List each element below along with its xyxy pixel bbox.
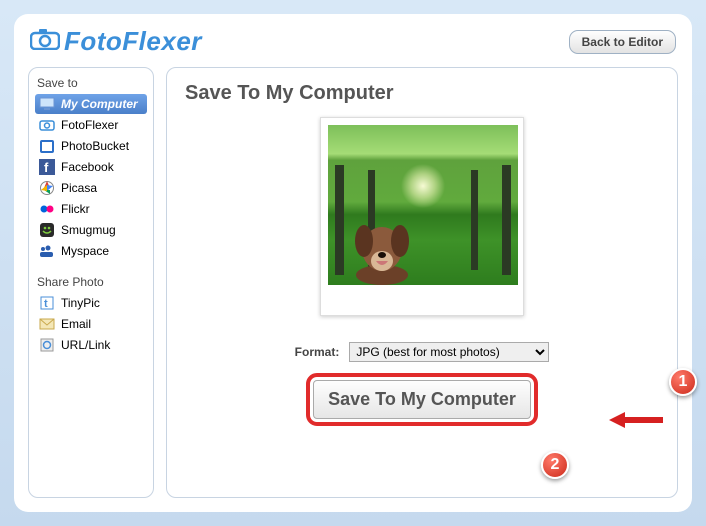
sidebar-item-label: PhotoBucket <box>61 139 129 153</box>
sidebar-item-photobucket[interactable]: PhotoBucket <box>35 136 147 156</box>
header: FotoFlexer Back to Editor <box>28 24 678 67</box>
format-select[interactable]: JPG (best for most photos) <box>349 342 549 362</box>
save-to-computer-button[interactable]: Save To My Computer <box>313 380 531 419</box>
sidebar-item-label: URL/Link <box>61 338 110 352</box>
body: Save to My Computer FotoFlexer PhotoBuck… <box>28 67 678 498</box>
image-preview <box>328 125 518 285</box>
bucket-icon <box>39 138 55 154</box>
sidebar-item-fotoflexer[interactable]: FotoFlexer <box>35 115 147 135</box>
svg-text:f: f <box>44 160 49 175</box>
link-icon <box>39 337 55 353</box>
share-list: t TinyPic Email URL/Link <box>35 293 147 355</box>
main-panel: Save To My Computer <box>166 67 678 498</box>
camera-small-icon <box>39 117 55 133</box>
picasa-icon <box>39 180 55 196</box>
brand: FotoFlexer <box>30 26 202 57</box>
back-to-editor-button[interactable]: Back to Editor <box>569 30 676 54</box>
sidebar-heading-save: Save to <box>35 74 147 94</box>
flickr-icon <box>39 201 55 217</box>
sidebar-item-label: My Computer <box>61 97 138 111</box>
monitor-icon <box>39 96 55 112</box>
sidebar-item-picasa[interactable]: Picasa <box>35 178 147 198</box>
camera-icon <box>30 28 60 55</box>
sidebar-item-flickr[interactable]: Flickr <box>35 199 147 219</box>
sidebar-item-my-computer[interactable]: My Computer <box>35 94 147 114</box>
svg-text:t: t <box>44 298 48 310</box>
sidebar-item-label: Smugmug <box>61 223 116 237</box>
myspace-icon <box>39 243 55 259</box>
sidebar: Save to My Computer FotoFlexer PhotoBuck… <box>28 67 154 498</box>
arrow-icon <box>609 410 665 430</box>
sidebar-item-label: FotoFlexer <box>61 118 118 132</box>
callout-2: 2 <box>541 451 569 479</box>
smugmug-icon <box>39 222 55 238</box>
tinypic-icon: t <box>39 295 55 311</box>
format-label: Format: <box>295 345 340 359</box>
sidebar-item-tinypic[interactable]: t TinyPic <box>35 293 147 313</box>
page-title: Save To My Computer <box>185 82 659 105</box>
callout-1: 1 <box>669 368 697 396</box>
sidebar-item-label: Email <box>61 317 91 331</box>
email-icon <box>39 316 55 332</box>
dog-in-preview <box>346 213 418 285</box>
sidebar-item-label: TinyPic <box>61 296 100 310</box>
sidebar-item-label: Flickr <box>61 202 90 216</box>
sidebar-item-email[interactable]: Email <box>35 314 147 334</box>
app-frame: FotoFlexer Back to Editor Save to My Com… <box>14 14 692 512</box>
sidebar-item-label: Picasa <box>61 181 97 195</box>
brand-text: FotoFlexer <box>64 26 202 57</box>
sidebar-item-facebook[interactable]: f Facebook <box>35 157 147 177</box>
sidebar-item-label: Myspace <box>61 244 109 258</box>
facebook-icon: f <box>39 159 55 175</box>
sidebar-item-smugmug[interactable]: Smugmug <box>35 220 147 240</box>
format-row: Format: JPG (best for most photos) <box>185 342 659 362</box>
image-preview-frame <box>320 117 524 316</box>
sidebar-item-label: Facebook <box>61 160 114 174</box>
sidebar-item-myspace[interactable]: Myspace <box>35 241 147 261</box>
save-list: My Computer FotoFlexer PhotoBucket f Fac… <box>35 94 147 261</box>
sidebar-item-url-link[interactable]: URL/Link <box>35 335 147 355</box>
sidebar-heading-share: Share Photo <box>35 273 147 293</box>
